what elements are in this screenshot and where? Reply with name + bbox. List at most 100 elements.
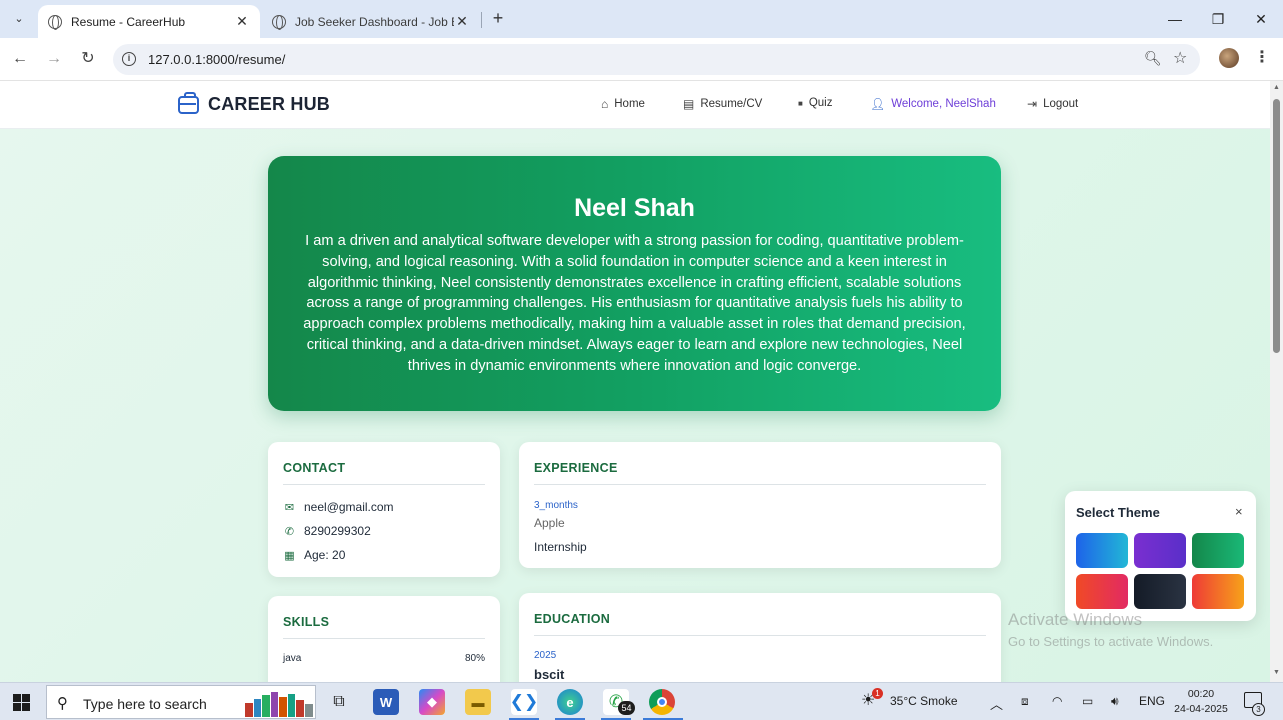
browser-tab-bar: ⌄ Resume - CareerHub ✕ Job Seeker Dashbo… xyxy=(0,0,1283,38)
more-menu-icon[interactable]: ⋮ xyxy=(1254,47,1270,67)
tab-divider xyxy=(481,12,482,28)
word-icon[interactable]: W xyxy=(373,689,399,715)
vscode-icon[interactable]: ❮❯ xyxy=(510,689,538,715)
chevron-up-icon[interactable]: ︿ xyxy=(990,694,1003,713)
education-year: 2025 xyxy=(534,650,557,661)
calendar-icon: ▦ xyxy=(284,549,295,562)
nav-label: Home xyxy=(614,98,645,110)
scroll-down-icon[interactable]: ▼ xyxy=(1273,669,1280,676)
nav-home[interactable]: ⌂ Home xyxy=(601,97,645,111)
back-icon[interactable]: ← xyxy=(9,48,31,70)
forward-icon[interactable]: → xyxy=(43,48,65,70)
profile-hero: Neel Shah I am a driven and analytical s… xyxy=(268,156,1001,411)
nav-label: Logout xyxy=(1043,98,1079,110)
phone-value: 8290299302 xyxy=(304,524,371,538)
brand-name: CAREER HUB xyxy=(208,94,331,114)
brand-logo[interactable]: CAREER HUB xyxy=(178,91,331,115)
network-icon[interactable]: ◠ xyxy=(1052,694,1062,708)
search-placeholder[interactable]: Type here to search xyxy=(83,696,207,712)
task-view-icon[interactable]: ⧉ xyxy=(326,689,352,715)
education-degree: bscit xyxy=(534,667,565,682)
taskbar-search[interactable]: ⚲ Type here to search xyxy=(46,685,316,719)
notification-count: 3 xyxy=(1252,703,1265,716)
bookmark-star-icon[interactable]: ☆ xyxy=(1173,48,1187,68)
theme-selector-panel: Select Theme × xyxy=(1065,491,1256,621)
envelope-icon: ✉ xyxy=(284,501,295,514)
nav-label: Quiz xyxy=(808,97,833,109)
tab-title: Job Seeker Dashboard - Job Bo xyxy=(295,14,454,29)
url-text[interactable]: 127.0.0.1:8000/resume/ xyxy=(148,52,285,67)
nav-resume[interactable]: ▤ Resume/CV xyxy=(683,97,762,111)
skill-percent: 80% xyxy=(464,653,485,664)
tab-dashboard[interactable]: Job Seeker Dashboard - Job Bo ✕ xyxy=(262,5,480,38)
experience-duration: 3_months xyxy=(534,500,578,511)
page-scrollbar[interactable]: ▲ ▼ xyxy=(1270,81,1283,682)
tab-title: Resume - CareerHub xyxy=(71,14,186,29)
tab-close-icon[interactable]: ✕ xyxy=(234,13,250,30)
experience-role: Internship xyxy=(534,540,587,554)
quiz-icon: ■ xyxy=(798,98,803,108)
windows-start-icon[interactable] xyxy=(13,694,30,711)
profile-bio: I am a driven and analytical software de… xyxy=(303,233,966,374)
minimize-button[interactable]: — xyxy=(1164,8,1186,30)
age-value: Age: 20 xyxy=(304,548,346,562)
skill-name: java xyxy=(283,653,302,664)
meet-now-icon[interactable]: ⧈ xyxy=(1021,694,1029,709)
theme-swatch-dark[interactable] xyxy=(1134,574,1186,609)
theme-swatch-green[interactable] xyxy=(1192,533,1244,568)
skills-card: SKILLS java 80% xyxy=(268,596,500,682)
copilot-icon[interactable]: ◆ xyxy=(419,689,445,715)
restore-button[interactable]: ❐ xyxy=(1207,8,1229,30)
battery-icon[interactable]: ▭ xyxy=(1082,694,1093,708)
tab-close-icon[interactable]: ✕ xyxy=(454,13,470,30)
experience-company: Apple xyxy=(534,516,565,530)
contact-email: ✉ neel@gmail.com xyxy=(283,500,394,514)
contact-phone: ✆ 8290299302 xyxy=(283,524,371,538)
new-tab-button[interactable]: + xyxy=(488,8,508,28)
education-title: EDUCATION xyxy=(534,612,611,626)
site-info-icon[interactable]: i xyxy=(122,52,136,66)
theme-swatch-red[interactable] xyxy=(1076,574,1128,609)
nav-label: Welcome, NeelShah xyxy=(891,98,996,110)
tab-search-menu-button[interactable]: ⌄ xyxy=(8,7,30,29)
edge-icon[interactable]: e xyxy=(557,689,583,715)
phone-icon: ✆ xyxy=(284,525,295,538)
globe-icon xyxy=(48,14,62,30)
logout-icon: ⇥ xyxy=(1027,97,1038,111)
scroll-up-icon[interactable]: ▲ xyxy=(1273,84,1280,91)
globe-icon xyxy=(272,14,286,30)
books-illustration-icon xyxy=(245,692,313,717)
profile-avatar[interactable] xyxy=(1219,48,1239,68)
experience-title: EXPERIENCE xyxy=(534,461,618,475)
language-indicator[interactable]: ENG xyxy=(1139,694,1165,708)
nav-welcome-user[interactable]: 👤︎ Welcome, NeelShah xyxy=(870,97,996,111)
reload-icon[interactable]: ↻ xyxy=(77,48,99,70)
skills-title: SKILLS xyxy=(283,615,330,629)
theme-swatch-purple[interactable] xyxy=(1134,533,1186,568)
activate-windows-heading: Activate Windows xyxy=(1008,610,1143,629)
tab-resume[interactable]: Resume - CareerHub ✕ xyxy=(38,5,260,38)
site-navbar: CAREER HUB ⌂ Home ▤ Resume/CV ■ Quiz 👤︎ … xyxy=(0,81,1270,129)
divider xyxy=(534,635,986,636)
contact-card: CONTACT ✉ neel@gmail.com ✆ 8290299302 ▦ … xyxy=(268,442,500,577)
briefcase-icon xyxy=(178,91,199,114)
email-value: neel@gmail.com xyxy=(304,500,394,514)
volume-icon[interactable]: 🔊︎ xyxy=(1111,694,1119,709)
whatsapp-badge: 54 xyxy=(618,701,635,715)
nav-quiz[interactable]: ■ Quiz xyxy=(798,97,833,109)
clock[interactable]: 00:20 24-04-2025 xyxy=(1173,687,1229,717)
nav-logout[interactable]: ⇥ Logout xyxy=(1027,97,1078,111)
weather-text[interactable]: 35°C Smoke xyxy=(890,694,958,708)
nav-label: Resume/CV xyxy=(700,98,763,110)
divider xyxy=(534,484,986,485)
address-bar[interactable]: i 127.0.0.1:8000/resume/ 🔍︎ ☆ xyxy=(113,44,1200,75)
close-window-button[interactable]: ✕ xyxy=(1250,8,1272,30)
close-icon[interactable]: × xyxy=(1235,504,1243,519)
theme-swatch-orange[interactable] xyxy=(1192,574,1244,609)
file-explorer-icon[interactable]: ▬ xyxy=(465,689,491,715)
chrome-icon[interactable] xyxy=(649,689,675,715)
scrollbar-thumb[interactable] xyxy=(1273,99,1280,353)
theme-swatch-blue[interactable] xyxy=(1076,533,1128,568)
home-icon: ⌂ xyxy=(601,97,609,111)
zoom-icon[interactable]: 🔍︎ xyxy=(1144,50,1162,67)
